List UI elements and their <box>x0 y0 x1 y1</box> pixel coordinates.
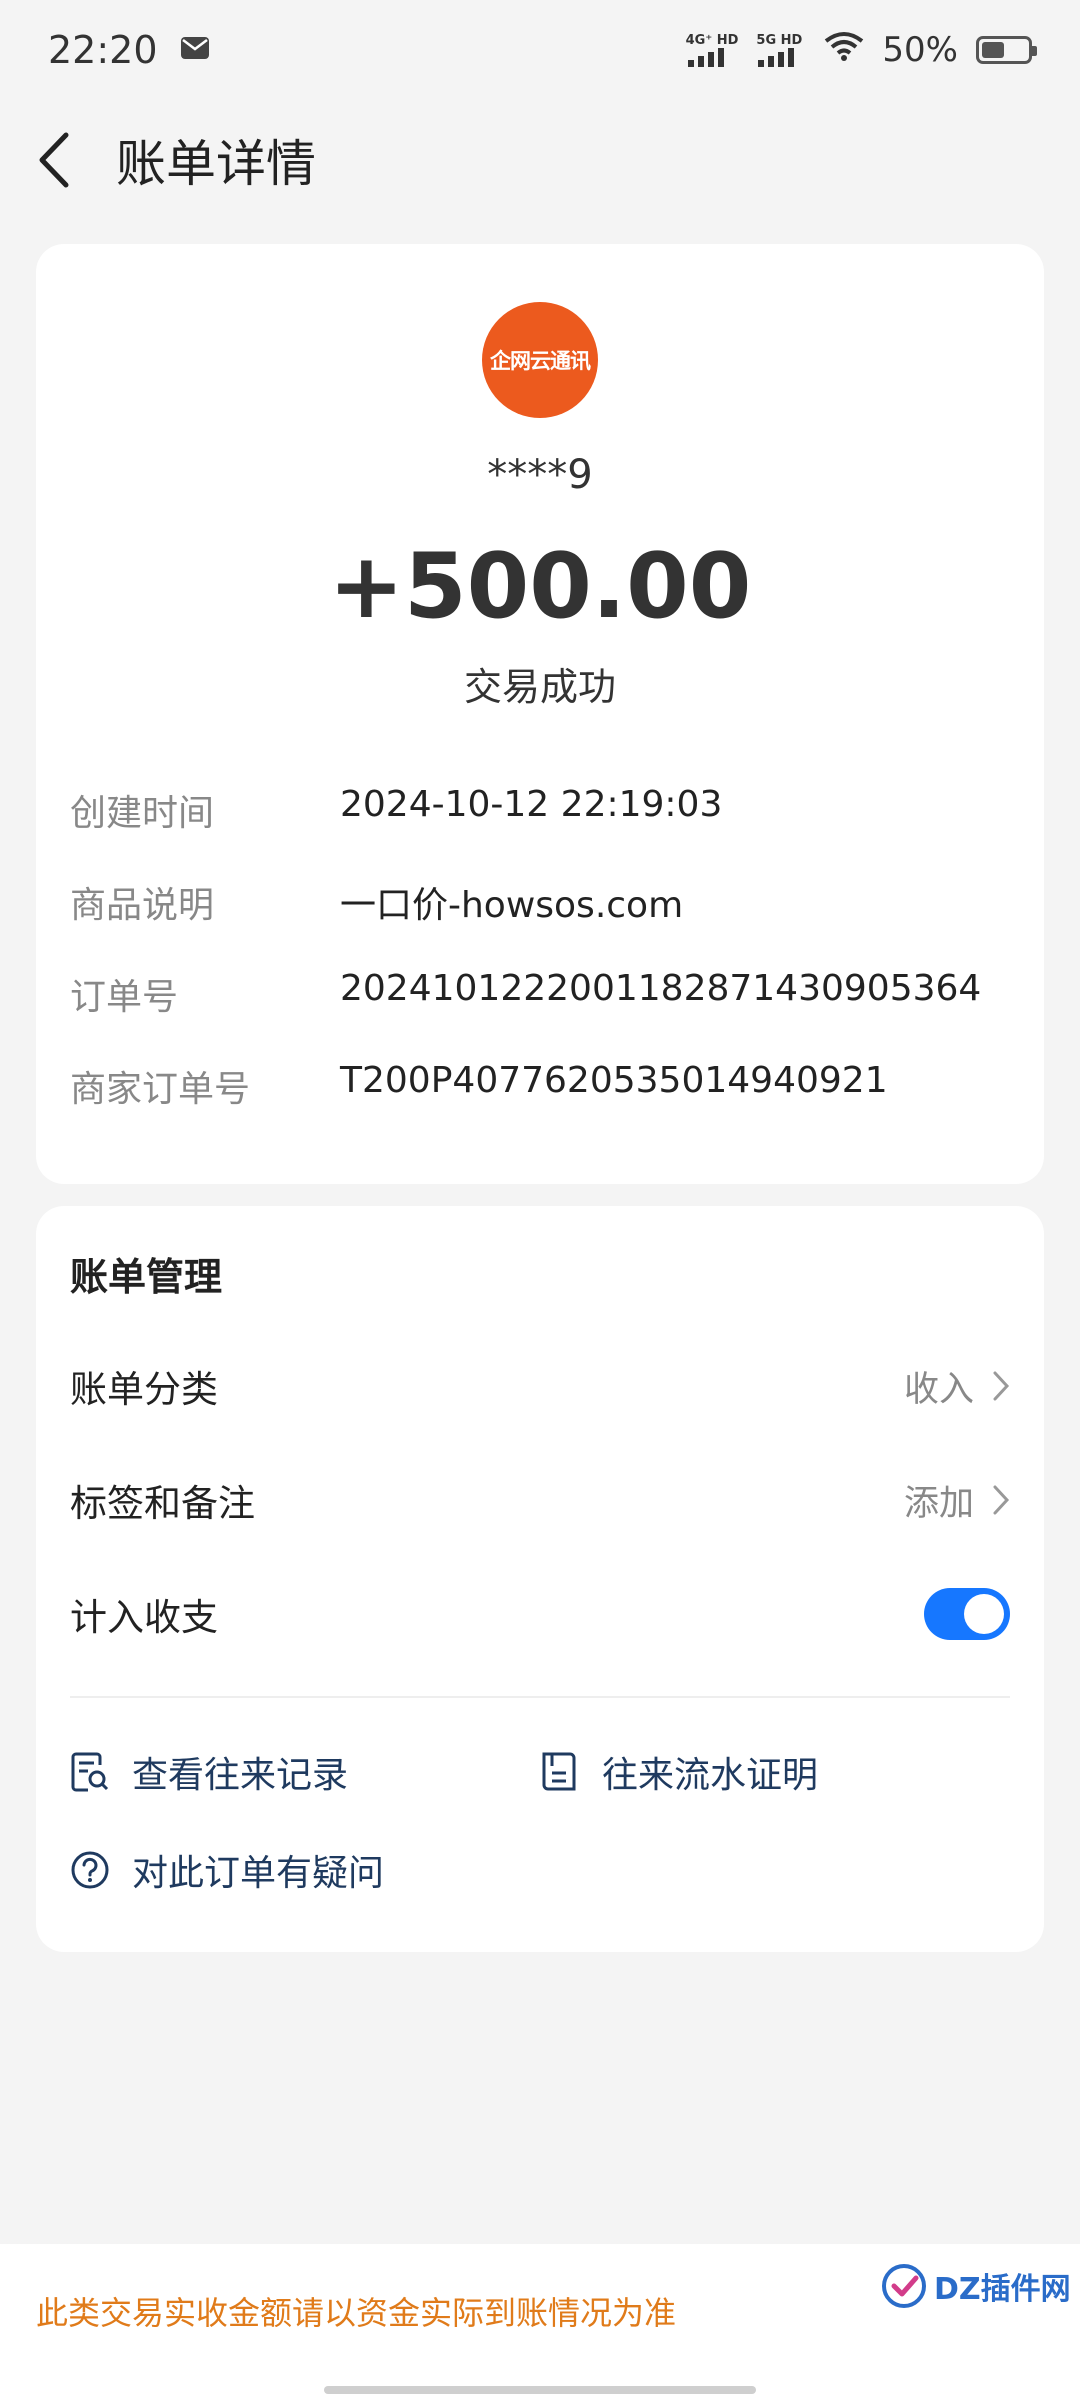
checkmark-logo-icon <box>882 2264 926 2308</box>
view-records-link[interactable]: 查看往来记录 <box>70 1746 348 1798</box>
back-button[interactable] <box>36 120 86 200</box>
detail-row-created-time: 创建时间 2024-10-12 22:19:03 <box>70 784 1020 836</box>
detail-label: 订单号 <box>70 977 179 1018</box>
transaction-status: 交易成功 <box>463 665 616 709</box>
detail-row-merchant-order: 商家订单号 T200P4077620535014940921 <box>70 1060 1020 1112</box>
merchant-avatar: 企网云通讯 <box>482 302 598 418</box>
detail-value: 2024101222001182871430905364 <box>340 968 982 1009</box>
battery-icon <box>976 36 1037 64</box>
section-title: 账单管理 <box>70 1255 223 1299</box>
chevron-left-icon <box>39 132 69 188</box>
signal-bars-icon <box>758 47 795 67</box>
tags-notes-row[interactable]: 标签和备注 添加 <box>70 1460 1010 1540</box>
mail-icon <box>180 36 210 64</box>
signal-4g-label: 4G⁺ HD <box>685 32 739 48</box>
bill-category-value: 收入 <box>903 1369 974 1410</box>
detail-label: 商家订单号 <box>70 1069 251 1110</box>
divider <box>70 1696 1010 1698</box>
order-question-label: 对此订单有疑问 <box>132 1853 385 1894</box>
chevron-right-icon <box>993 1371 1010 1401</box>
transaction-card: 企网云通讯 ****9 +500.00 交易成功 创建时间 2024-10-12… <box>36 244 1044 1184</box>
status-right: 4G⁺ HD 5G HD 50% <box>685 30 1037 70</box>
manage-label: 标签和备注 <box>70 1482 255 1525</box>
footer-note: 此类交易实收金额请以资金实际到账情况为准 <box>36 2294 677 2332</box>
detail-value: T200P4077620535014940921 <box>340 1060 888 1101</box>
manage-label: 账单分类 <box>70 1368 218 1411</box>
statement-proof-icon <box>542 1752 576 1791</box>
home-indicator[interactable] <box>324 2386 756 2394</box>
watermark: DZ插件网 <box>880 2262 1071 2310</box>
title-bar: 账单详情 <box>0 110 1080 210</box>
statement-proof-link[interactable]: 往来流水证明 <box>540 1746 818 1798</box>
wifi-icon <box>824 30 864 70</box>
detail-value: 一口价-howsos.com <box>340 885 684 926</box>
account-name: ****9 <box>487 452 593 498</box>
status-bar: 22:20 4G⁺ HD 5G HD 50% <box>0 0 1080 100</box>
status-left: 22:20 <box>48 28 210 72</box>
tags-notes-value: 添加 <box>903 1483 974 1524</box>
detail-label: 创建时间 <box>70 793 215 834</box>
bill-category-row[interactable]: 账单分类 收入 <box>70 1346 1010 1426</box>
manage-label: 计入收支 <box>70 1596 218 1639</box>
page-title: 账单详情 <box>116 135 316 193</box>
bill-management-card: 账单管理 账单分类 收入 标签和备注 添加 计入收支 查看往来记录 往来流水证明… <box>36 1206 1044 1952</box>
battery-percent: 50% <box>882 30 958 70</box>
view-records-label: 查看往来记录 <box>132 1755 349 1796</box>
include-in-budget-row: 计入收支 <box>70 1574 1010 1654</box>
records-search-icon <box>71 1752 109 1792</box>
order-question-link[interactable]: 对此订单有疑问 <box>70 1844 384 1896</box>
signal-4g: 4G⁺ HD <box>685 32 739 67</box>
status-time: 22:20 <box>48 28 158 72</box>
chevron-right-icon <box>993 1485 1010 1515</box>
signal-5g-label: 5G HD <box>756 32 803 48</box>
detail-label: 商品说明 <box>70 885 215 926</box>
detail-value: 2024-10-12 22:19:03 <box>340 784 723 825</box>
battery-fill <box>982 42 1004 58</box>
signal-5g: 5G HD <box>756 34 806 67</box>
manage-right: 添加 <box>904 1475 1010 1526</box>
merchant-avatar-text: 企网云通讯 <box>490 349 591 373</box>
manage-right: 收入 <box>904 1361 1010 1412</box>
transaction-amount: +500.00 <box>328 534 752 639</box>
question-icon <box>71 1851 109 1889</box>
detail-row-order-number: 订单号 2024101222001182871430905364 <box>70 968 1020 1020</box>
signal-bars-icon <box>687 47 724 67</box>
toggle-knob <box>964 1594 1004 1634</box>
statement-proof-label: 往来流水证明 <box>602 1755 819 1796</box>
watermark-text: DZ插件网 <box>934 2272 1071 2307</box>
detail-row-product: 商品说明 一口价-howsos.com <box>70 876 1020 928</box>
include-in-budget-toggle[interactable] <box>924 1588 1010 1640</box>
